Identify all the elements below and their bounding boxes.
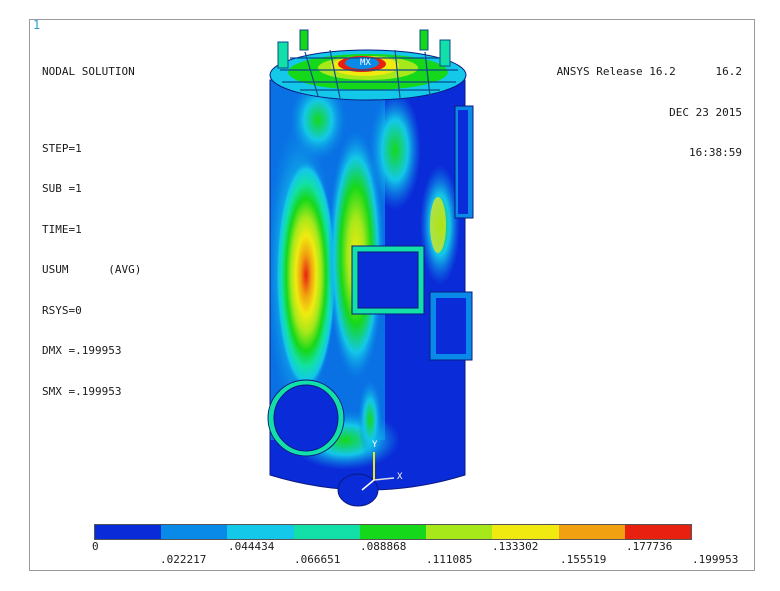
legend-tick: .177736 (626, 540, 673, 553)
legend-tick: .022217 (160, 553, 207, 566)
legend-tick: .199953 (692, 553, 739, 566)
legend-tick: 0 (92, 540, 99, 553)
legend-tick: .066651 (294, 553, 341, 566)
legend-ticks: 0 .044434 .088868 .133302 .177736 .02221… (0, 0, 780, 591)
legend-tick: .044434 (228, 540, 275, 553)
legend-tick: .088868 (360, 540, 407, 553)
legend-tick: .133302 (492, 540, 539, 553)
legend-tick: .155519 (560, 553, 607, 566)
legend-tick: .111085 (426, 553, 473, 566)
